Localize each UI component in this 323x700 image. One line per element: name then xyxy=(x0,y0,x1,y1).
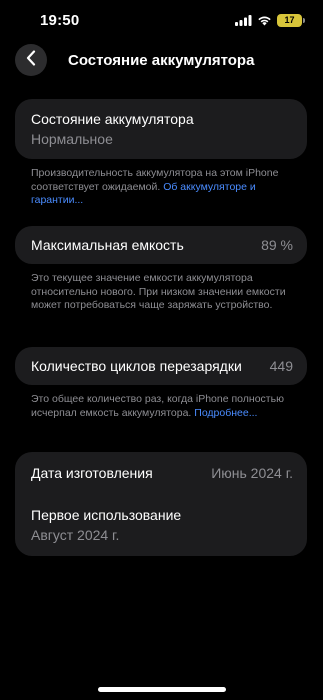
status-bar: 19:50 17 xyxy=(0,0,323,44)
status-time: 19:50 xyxy=(40,12,80,29)
battery-level: 17 xyxy=(284,15,295,25)
battery-health-value: Нормальное xyxy=(31,131,113,147)
cellular-signal-icon xyxy=(235,15,252,26)
battery-health-card[interactable]: Состояние аккумулятора Нормальное xyxy=(15,99,307,159)
wifi-icon xyxy=(257,15,272,26)
max-capacity-card: Максимальная емкость 89 % xyxy=(15,226,307,264)
first-use-label: Первое использование xyxy=(31,507,182,523)
chevron-left-icon xyxy=(26,49,36,71)
manufacture-date-label: Дата изготовления xyxy=(31,465,153,481)
cycle-count-footnote: Это общее количество раз, когда iPhone п… xyxy=(31,393,293,420)
battery-icon: 17 xyxy=(277,14,305,27)
learn-more-link[interactable]: Подробнее... xyxy=(194,407,257,419)
first-use-value: Август 2024 г. xyxy=(31,527,120,543)
cycle-count-label: Количество циклов перезарядки xyxy=(31,358,242,374)
battery-health-screen: 19:50 17 Состояние аккумулятора Состояни… xyxy=(0,0,323,700)
manufacture-date-value: Июнь 2024 г. xyxy=(211,465,293,481)
battery-health-footnote: Производительность аккумулятора на этом … xyxy=(31,167,293,208)
max-capacity-footnote: Это текущее значение емкости аккумулятор… xyxy=(31,272,286,311)
page-title: Состояние аккумулятора xyxy=(68,52,255,69)
max-capacity-value: 89 % xyxy=(261,237,293,253)
max-capacity-label: Максимальная емкость xyxy=(31,237,184,253)
home-indicator[interactable] xyxy=(98,687,226,692)
status-icons: 17 xyxy=(235,14,305,27)
dates-card: Дата изготовления Июнь 2024 г. Первое ис… xyxy=(15,452,307,556)
cycle-count-card: Количество циклов перезарядки 449 xyxy=(15,347,307,385)
cycle-count-value: 449 xyxy=(269,358,293,374)
battery-health-label: Состояние аккумулятора xyxy=(31,111,194,127)
back-button[interactable] xyxy=(15,44,47,76)
